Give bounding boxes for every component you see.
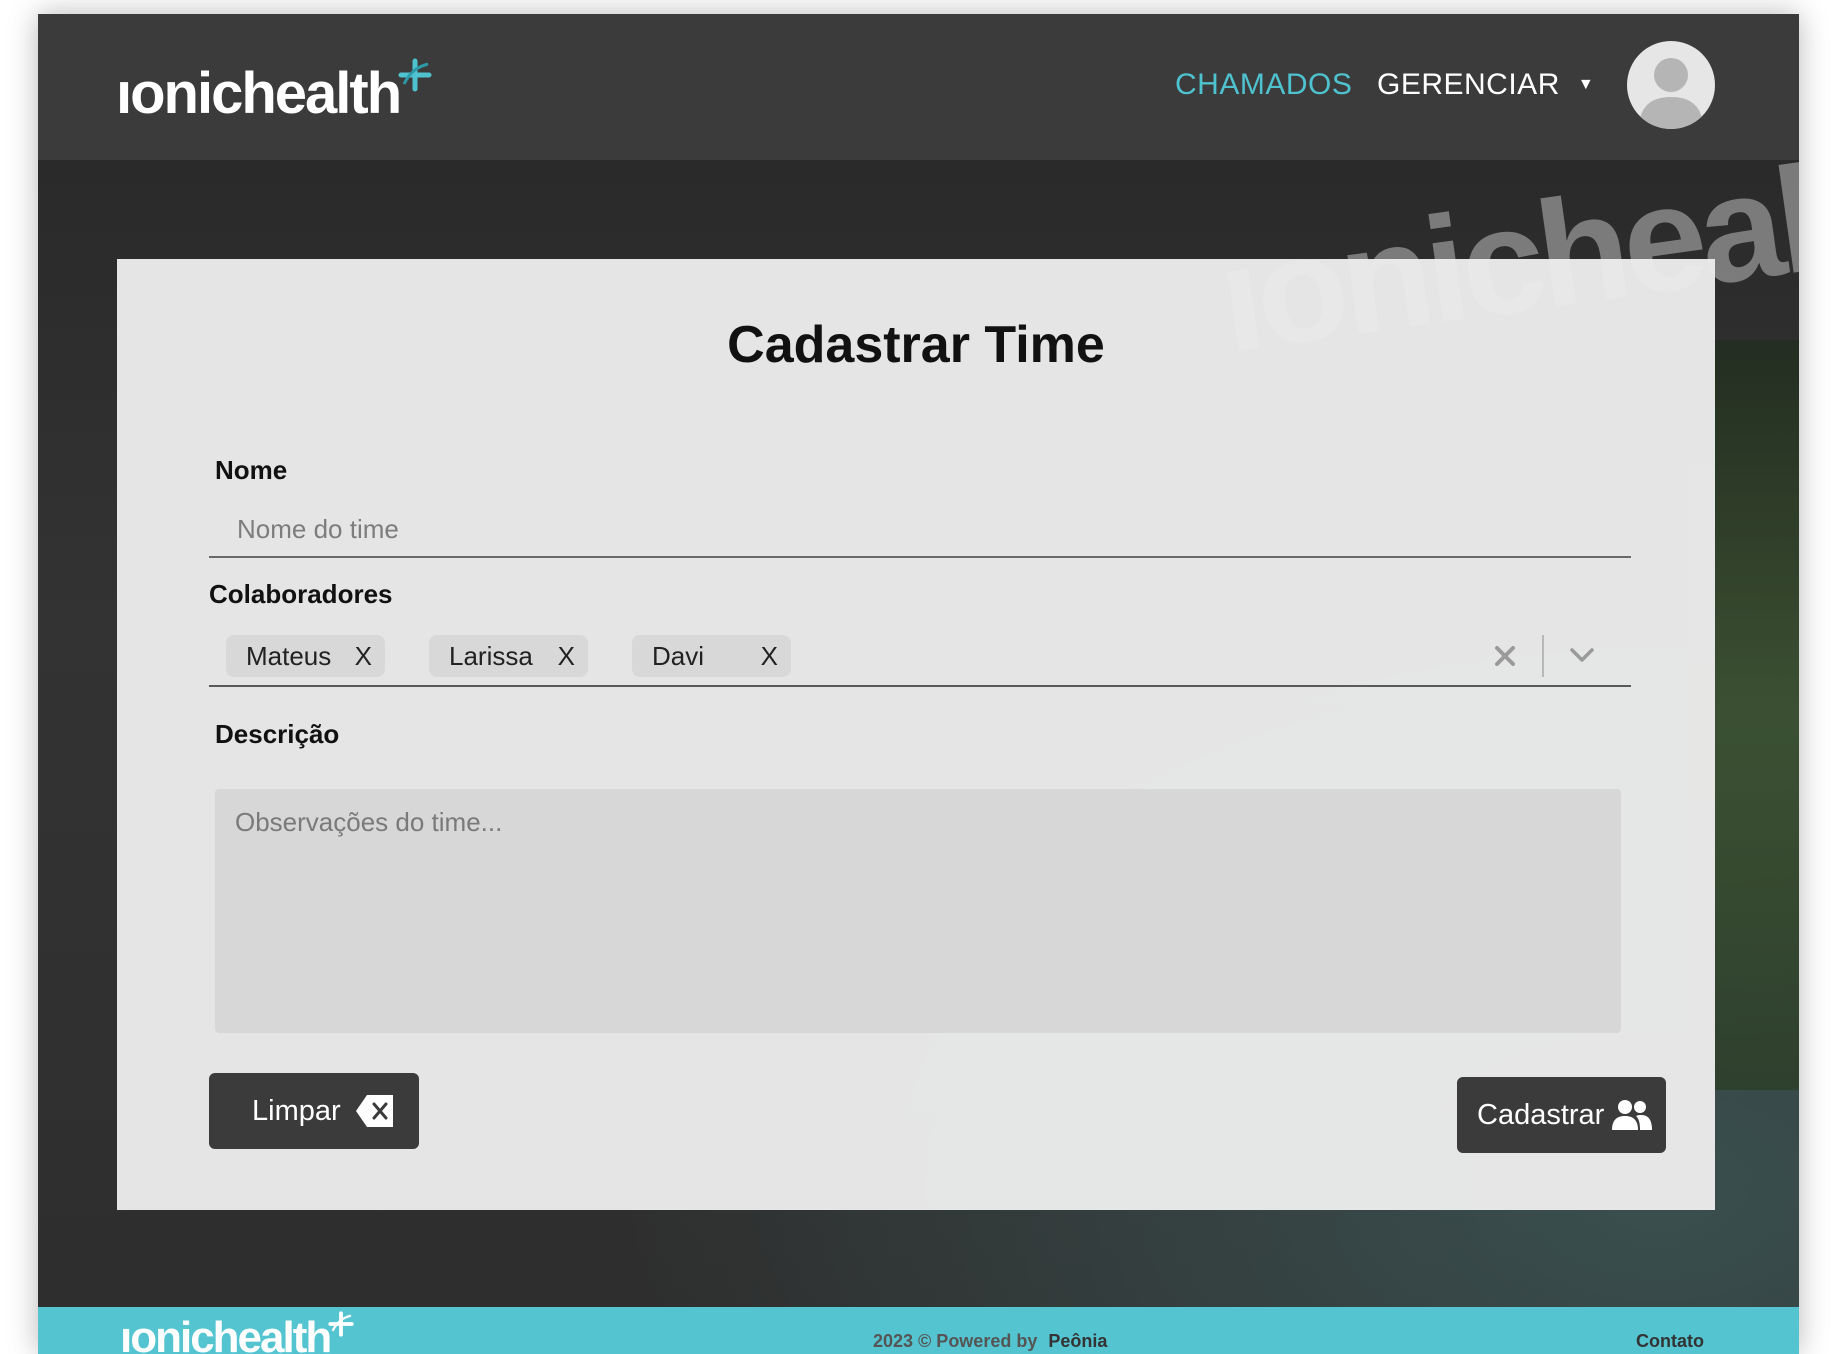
descricao-label: Descrição	[215, 719, 340, 749]
chevron-down-icon[interactable]	[1567, 643, 1597, 667]
user-avatar-icon	[1639, 58, 1703, 129]
chip-remove-button[interactable]: X	[558, 641, 575, 672]
nome-input[interactable]	[209, 502, 1631, 558]
caret-down-icon: ▼	[1577, 76, 1595, 93]
chip-label: Larissa	[449, 640, 533, 671]
chip-remove-button[interactable]: X	[761, 641, 778, 672]
backspace-icon	[355, 1095, 393, 1127]
descricao-textarea[interactable]	[215, 789, 1621, 1033]
clear-all-icon[interactable]	[1490, 641, 1520, 671]
footer-logo-text: ıonichealth	[120, 1313, 332, 1354]
chip-label: Mateus	[246, 640, 332, 671]
footer-logo[interactable]: ıonichealth	[120, 1311, 354, 1354]
page-footer: ıonichealth 2023 © Powered by Peônia Con…	[38, 1307, 1799, 1354]
nome-label: Nome	[215, 455, 288, 485]
page-title: Cadastrar Time	[727, 316, 1105, 374]
colaborador-chip: Mateus X	[226, 635, 385, 677]
company-name: Peônia	[1048, 1331, 1108, 1351]
footer-copyright: 2023 © Powered by Peônia	[873, 1331, 1107, 1352]
cadastrar-time-form: Cadastrar Time Nome Colaboradores Mateus…	[117, 259, 1715, 1210]
colaboradores-multiselect[interactable]: Mateus X Larissa X Davi X	[209, 627, 1631, 687]
copyright-text: 2023 © Powered by	[873, 1331, 1038, 1351]
cadastrar-button-label: Cadastrar	[1477, 1098, 1605, 1131]
nav-gerenciar-dropdown[interactable]: GERENCIAR ▼	[1377, 68, 1594, 102]
limpar-button-label: Limpar	[252, 1094, 341, 1127]
colaboradores-label: Colaboradores	[209, 579, 393, 609]
multiselect-divider	[1542, 635, 1544, 677]
top-navbar: ıonichealth CHAMADOS GERENCIAR ▼	[38, 14, 1799, 160]
user-group-icon	[1612, 1100, 1653, 1130]
ionichealth-logo[interactable]: ıonichealth	[116, 58, 432, 127]
chip-remove-button[interactable]: X	[355, 641, 372, 672]
chip-label: Davi	[652, 640, 705, 671]
nav-chamados-link[interactable]: CHAMADOS	[1175, 68, 1352, 102]
app-window: ıonichealth CHAMADOS GERENCIAR ▼ ıoniche…	[38, 14, 1799, 1354]
logo-plus-icon	[328, 1311, 354, 1337]
colaborador-chip: Davi X	[632, 635, 791, 677]
cadastrar-button[interactable]: Cadastrar	[1457, 1077, 1666, 1153]
colaborador-chip: Larissa X	[429, 635, 588, 677]
nav-gerenciar-label: GERENCIAR	[1377, 68, 1560, 101]
logo-text: ıonichealth	[116, 61, 402, 126]
limpar-button[interactable]: Limpar	[209, 1073, 419, 1149]
footer-contato-link[interactable]: Contato	[1636, 1331, 1704, 1352]
logo-plus-icon	[398, 58, 432, 92]
user-avatar[interactable]	[1627, 41, 1715, 129]
